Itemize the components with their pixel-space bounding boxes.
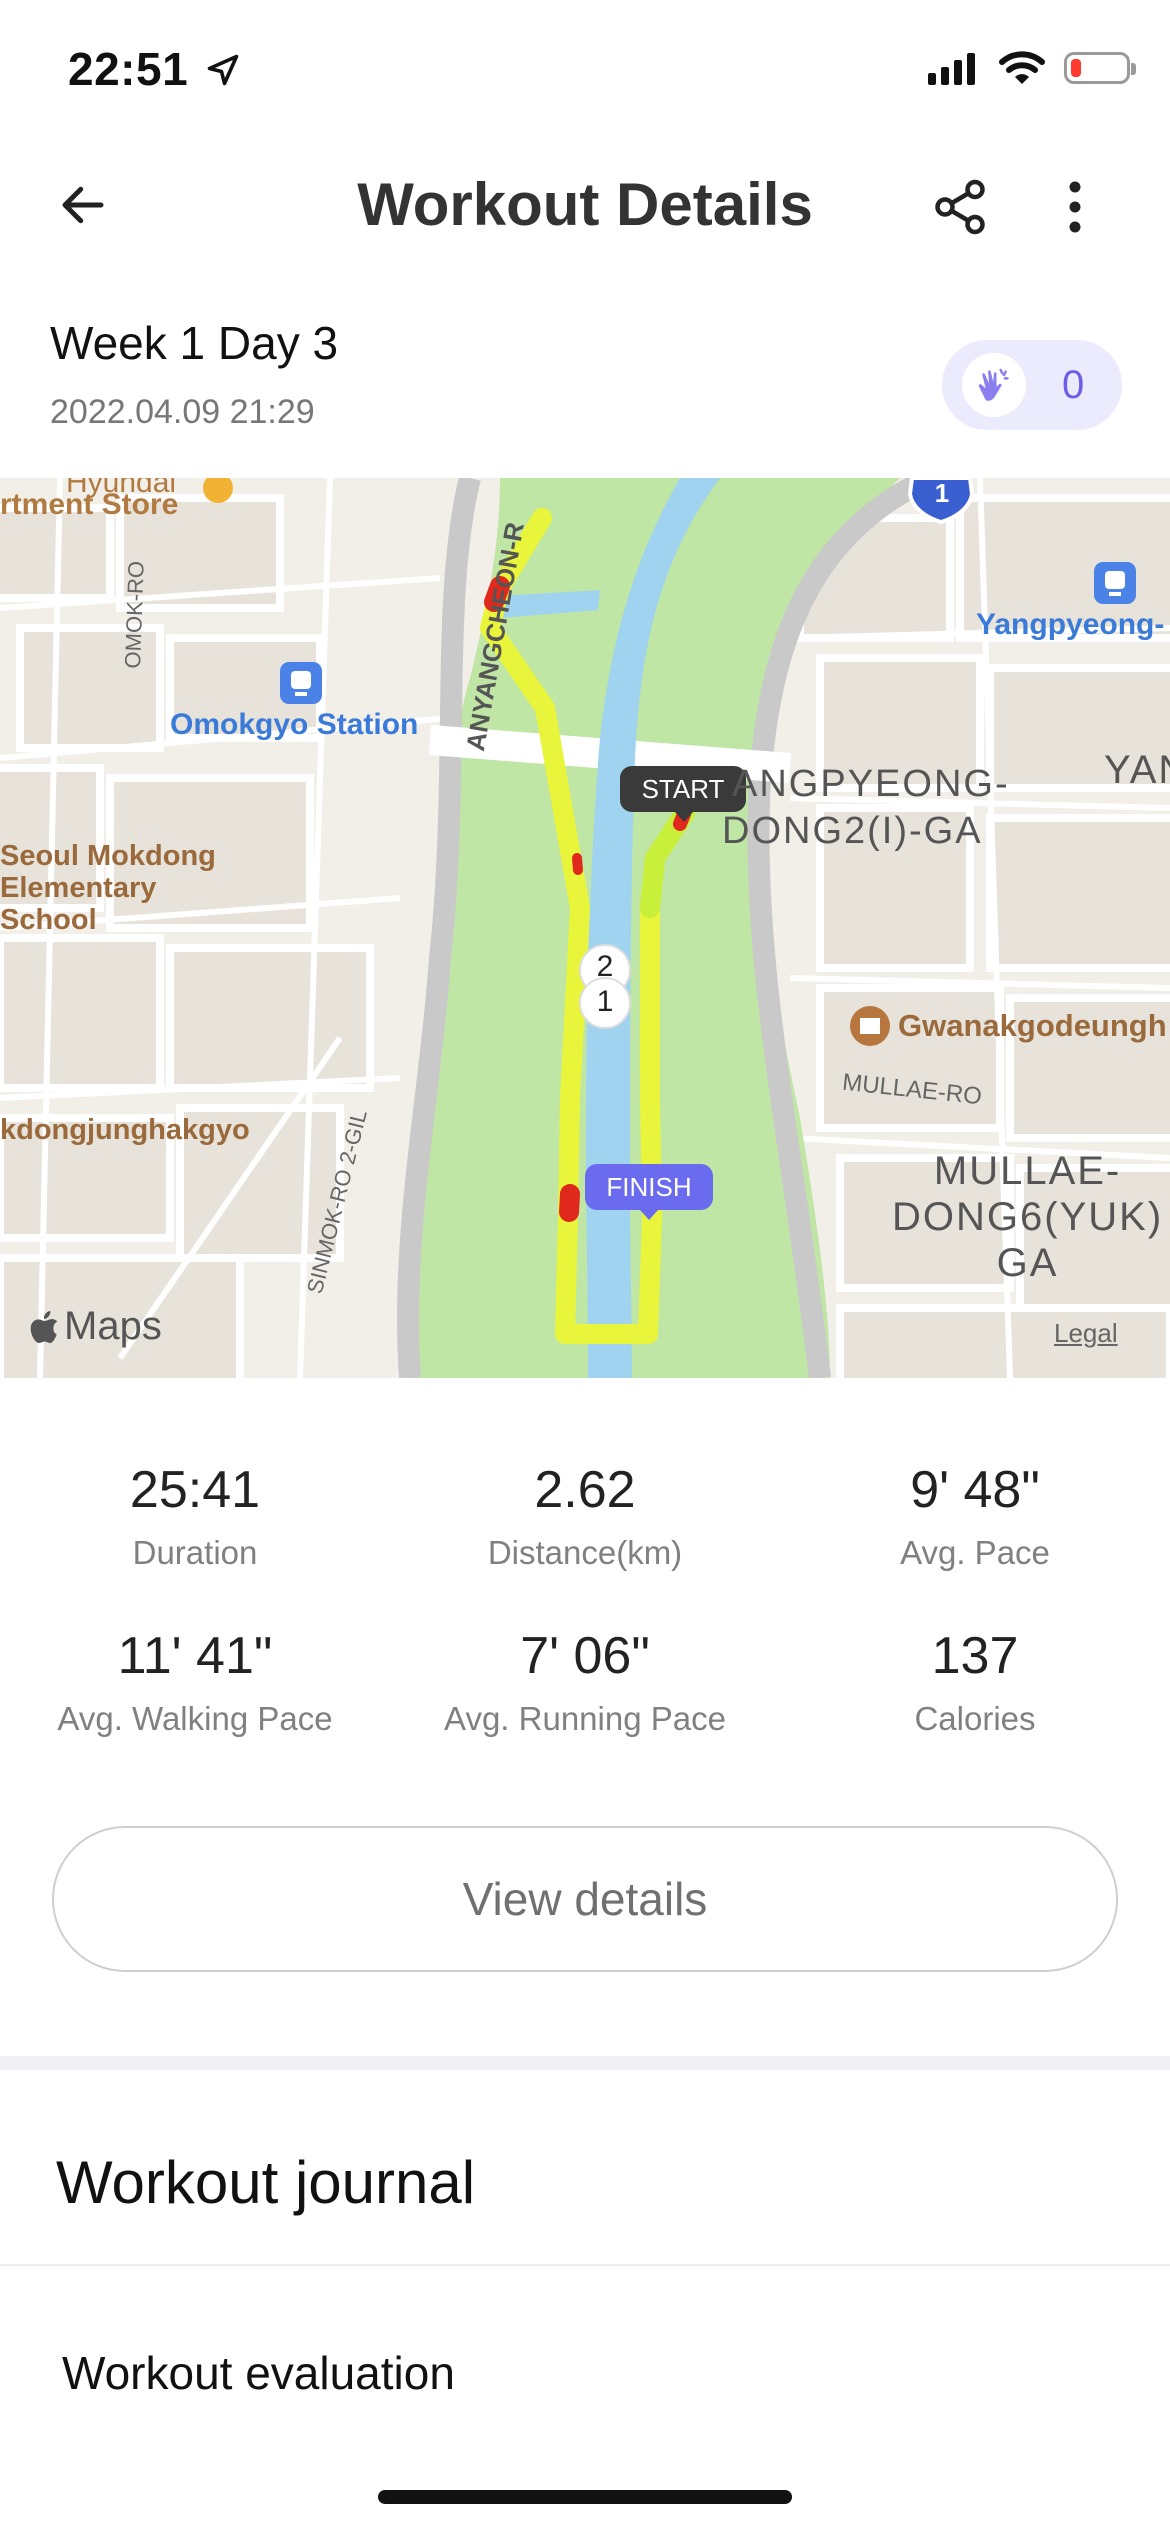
map-label-angpyeong: ANGPYEONG- [732, 763, 1010, 805]
status-time: 22:51 [68, 42, 241, 96]
km-marker-1-label: 1 [596, 985, 614, 1018]
stat-label: Calories [914, 1700, 1036, 1737]
map-label-omokgyo-station: Omokgyo Station [170, 708, 419, 741]
stat-value: 2.62 [534, 1461, 636, 1519]
status-time-text: 22:51 [68, 43, 189, 95]
clap-hands-icon [978, 368, 1009, 401]
location-arrow-icon [208, 54, 239, 86]
stat-label: Duration [132, 1534, 258, 1571]
stat-label: Avg. Running Pace [444, 1700, 726, 1737]
battery-icon [1064, 52, 1136, 84]
status-indicators [928, 50, 1136, 86]
map-label-omok-ro: OMOK-RO [120, 560, 149, 669]
workout-journal-title: Workout journal [56, 2149, 476, 2216]
map-label-yangpyeong: Yangpyeong- [976, 608, 1165, 641]
finish-label: FINISH [606, 1172, 692, 1202]
map-label-gwanak: Gwanakgodeungh [898, 1008, 1167, 1043]
home-indicator[interactable] [378, 2490, 792, 2504]
workout-title: Week 1 Day 3 [50, 317, 339, 369]
route-shield-number: 1 [934, 478, 950, 508]
start-label: START [641, 774, 725, 804]
map-label-mullae-dong: MULLAE- DONG6(YUK) GA [892, 1148, 1163, 1286]
stat-distance: 2.62 Distance(km) [390, 1460, 780, 1572]
subway-station-icon [280, 662, 322, 704]
more-vertical-icon [1069, 181, 1081, 233]
stat-label: Avg. Pace [900, 1534, 1050, 1571]
map-label-school-line2: Elementary [0, 872, 157, 904]
map-label-mullae-dong-line2: DONG6(YUK) [892, 1195, 1164, 1239]
stat-avg-walking-pace: 11' 41" Avg. Walking Pace [0, 1626, 390, 1738]
stat-label: Distance(km) [487, 1534, 683, 1571]
map-label-dept-store: rtment Store [0, 488, 179, 521]
view-details-button[interactable]: View details [52, 1826, 1118, 1972]
map-label-school: Seoul Mokdong Elementary School [0, 840, 216, 936]
share-button[interactable] [915, 162, 1005, 252]
map-label-mullae-dong-line1: MULLAE- [933, 1149, 1122, 1193]
stat-avg-running-pace: 7' 06" Avg. Running Pace [390, 1626, 780, 1738]
stat-value: 11' 41" [117, 1627, 273, 1685]
journal-divider [0, 2264, 1170, 2266]
maps-logo-text: Maps [64, 1304, 162, 1348]
stat-value: 7' 06" [520, 1627, 650, 1685]
apple-maps-logo: Maps [28, 1304, 162, 1349]
map-label-dong2: DONG2(I)-GA [722, 810, 983, 852]
map-legal-link[interactable]: Legal [1054, 1318, 1118, 1349]
stat-calories: 137 Calories [780, 1626, 1170, 1738]
wifi-icon [999, 51, 1045, 84]
route-map[interactable]: Hyundai rtment Store OMOK-RO ANYANGCHEON… [0, 478, 1170, 1378]
battery-level [1071, 59, 1081, 77]
section-divider [0, 2056, 1170, 2070]
stat-avg-pace: 9' 48" Avg. Pace [780, 1460, 1170, 1572]
map-label-yan: YAN [1104, 748, 1170, 792]
more-options-button[interactable] [1030, 162, 1120, 252]
cellular-signal-icon [928, 53, 975, 85]
stat-value: 9' 48" [910, 1461, 1040, 1519]
apple-logo-icon [30, 1310, 58, 1343]
map-label-school-line3: School [0, 904, 97, 936]
school-poi-icon [850, 1006, 890, 1046]
workout-evaluation-item[interactable]: Workout evaluation [62, 2346, 455, 2400]
stat-value: 137 [931, 1627, 1019, 1685]
share-icon [935, 179, 985, 235]
clap-count: 0 [1062, 362, 1085, 407]
subway-station-icon-east [1094, 562, 1136, 604]
stat-label: Avg. Walking Pace [57, 1700, 333, 1737]
map-label-school-line1: Seoul Mokdong [0, 840, 216, 872]
stat-duration: 25:41 Duration [0, 1460, 390, 1572]
map-label-mullae-dong-line3: GA [996, 1241, 1059, 1285]
map-label-dongjung: kdongjunghakgyo [0, 1114, 250, 1146]
clap-button[interactable]: 0 [942, 340, 1122, 430]
workout-datetime: 2022.04.09 21:29 [50, 393, 315, 431]
stat-value: 25:41 [129, 1461, 261, 1519]
clap-icon-wrap [962, 353, 1026, 417]
km-marker-2-label: 2 [596, 950, 614, 983]
